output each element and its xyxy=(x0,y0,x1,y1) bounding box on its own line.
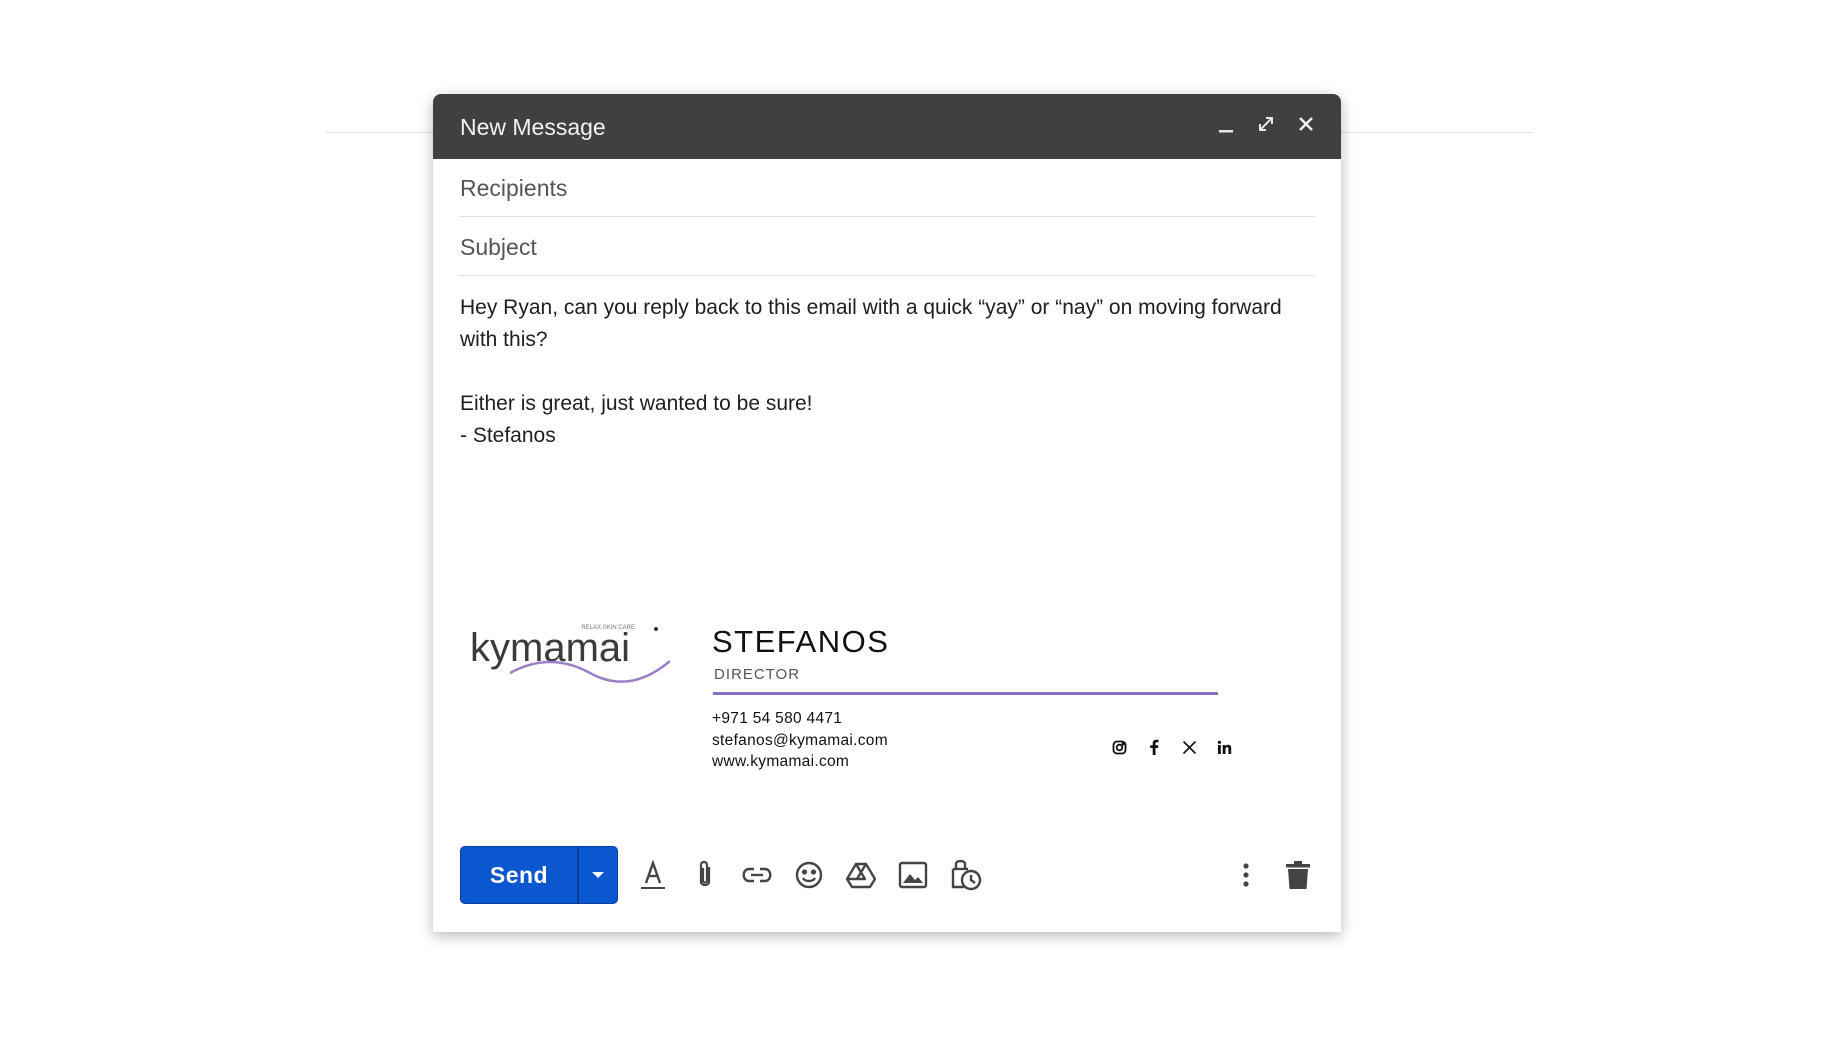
signature-name: STEFANOS xyxy=(712,624,890,659)
compose-toolbar: Send xyxy=(460,846,1315,904)
message-body[interactable]: Hey Ryan, can you reply back to this ema… xyxy=(460,292,1311,452)
send-button-group: Send xyxy=(460,846,618,904)
svg-text:kymamai: kymamai xyxy=(470,626,630,670)
body-line: - Stefanos xyxy=(460,424,556,447)
email-signature: RELAX SKIN CARE kymamai STEFANOS DIRECTO… xyxy=(460,616,1233,786)
kymamai-logo: RELAX SKIN CARE kymamai xyxy=(470,616,671,696)
minimize-icon[interactable] xyxy=(1211,109,1241,139)
subject-field[interactable]: Subject xyxy=(460,218,1315,276)
body-line: Hey Ryan, can you reply back to this ema… xyxy=(460,296,1282,351)
social-links xyxy=(1110,738,1233,756)
attach-icon[interactable] xyxy=(688,858,722,892)
close-icon[interactable] xyxy=(1291,109,1321,139)
emoji-icon[interactable] xyxy=(792,858,826,892)
facebook-icon[interactable] xyxy=(1145,738,1163,756)
schedule-icon[interactable] xyxy=(948,858,982,892)
subject-placeholder: Subject xyxy=(460,234,537,260)
instagram-icon[interactable] xyxy=(1110,738,1128,756)
compose-window: New Message Recipients Subject Hey Ryan,… xyxy=(433,94,1341,932)
expand-icon[interactable] xyxy=(1251,109,1281,139)
linkedin-icon[interactable] xyxy=(1215,738,1233,756)
signature-email[interactable]: stefanos@kymamai.com xyxy=(712,730,888,752)
body-line: Either is great, just wanted to be sure! xyxy=(460,392,813,415)
compose-title: New Message xyxy=(460,114,606,140)
discard-icon[interactable] xyxy=(1281,858,1315,892)
signature-divider xyxy=(713,692,1218,695)
photo-icon[interactable] xyxy=(896,858,930,892)
signature-phone[interactable]: +971 54 580 4471 xyxy=(712,708,888,730)
recipients-placeholder: Recipients xyxy=(460,175,568,201)
drive-icon[interactable] xyxy=(844,858,878,892)
text-format-icon[interactable] xyxy=(636,858,670,892)
link-icon[interactable] xyxy=(740,858,774,892)
x-icon[interactable] xyxy=(1180,738,1198,756)
compose-titlebar[interactable]: New Message xyxy=(433,94,1341,159)
more-options-icon[interactable] xyxy=(1229,858,1263,892)
send-options-button[interactable] xyxy=(579,847,617,903)
signature-website[interactable]: www.kymamai.com xyxy=(712,751,888,773)
chevron-down-icon xyxy=(592,872,604,878)
recipients-field[interactable]: Recipients xyxy=(460,159,1315,217)
send-button[interactable]: Send xyxy=(461,847,577,903)
signature-role: DIRECTOR xyxy=(714,666,801,683)
signature-contact: +971 54 580 4471 stefanos@kymamai.com ww… xyxy=(712,708,888,773)
